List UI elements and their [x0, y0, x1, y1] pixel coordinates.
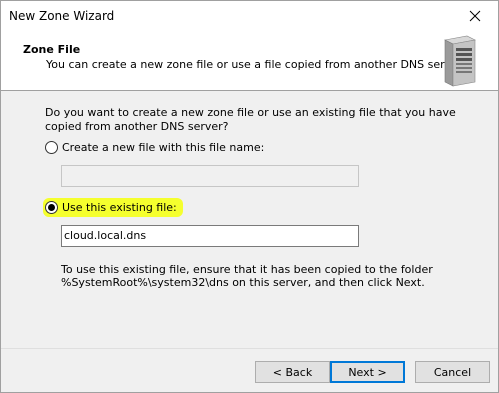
new-file-name-input[interactable] [61, 165, 359, 187]
wizard-header: Zone File You can create a new zone file… [1, 31, 498, 91]
window-title: New Zone Wizard [9, 9, 115, 23]
page-subtitle: You can create a new zone file or use a … [46, 58, 465, 71]
option-new-file-label: Create a new file with this file name: [62, 141, 265, 154]
radio-existing-file[interactable] [45, 201, 58, 214]
radio-new-file[interactable] [45, 141, 58, 154]
back-button[interactable]: < Back [255, 361, 330, 383]
wizard-window: New Zone Wizard Zone File You can create… [0, 0, 499, 393]
question-text: Do you want to create a new zone file or… [45, 106, 456, 133]
option-existing-file-label: Use this existing file: [62, 201, 177, 214]
cancel-button[interactable]: Cancel [415, 361, 490, 383]
close-button[interactable] [452, 1, 498, 31]
page-title: Zone File [23, 43, 81, 56]
next-button[interactable]: Next > [330, 361, 405, 383]
wizard-content: Do you want to create a new zone file or… [1, 92, 498, 348]
option-new-file[interactable]: Create a new file with this file name: [45, 141, 264, 154]
close-icon [469, 10, 481, 22]
server-icon [444, 35, 476, 87]
footer-divider [1, 348, 498, 349]
option-existing-file[interactable]: Use this existing file: [43, 198, 183, 217]
note-text: To use this existing file, ensure that i… [61, 263, 433, 289]
existing-file-input[interactable]: cloud.local.dns [61, 225, 359, 247]
title-bar: New Zone Wizard [1, 1, 498, 31]
